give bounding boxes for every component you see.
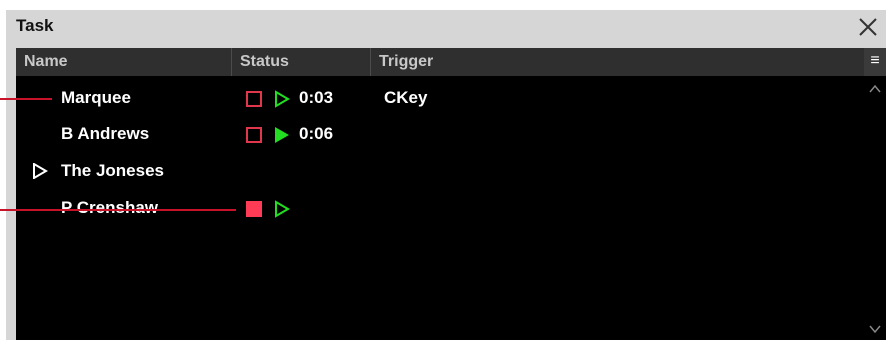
table-header: Name Status Trigger ≡ bbox=[16, 48, 886, 76]
column-header-name[interactable]: Name bbox=[16, 48, 232, 76]
scroll-down-icon[interactable] bbox=[868, 322, 882, 336]
hamburger-menu-icon[interactable]: ≡ bbox=[864, 48, 886, 76]
callout-line bbox=[0, 209, 236, 211]
task-name: The Joneses bbox=[61, 161, 164, 180]
scroll-up-icon[interactable] bbox=[868, 82, 882, 96]
list-item-group[interactable]: The Joneses bbox=[16, 153, 862, 189]
stop-icon[interactable] bbox=[246, 91, 262, 107]
expand-triangle-icon[interactable] bbox=[32, 163, 48, 179]
list-item[interactable]: Marquee 0:03 CKey bbox=[16, 80, 862, 116]
elapsed-time: 0:03 bbox=[299, 88, 334, 107]
play-icon[interactable] bbox=[274, 200, 290, 218]
stop-icon[interactable] bbox=[246, 201, 262, 217]
play-icon[interactable] bbox=[274, 126, 290, 144]
stop-icon[interactable] bbox=[246, 127, 262, 143]
task-name: B Andrews bbox=[61, 124, 150, 143]
trigger-value: CKey bbox=[384, 88, 428, 107]
column-header-trigger[interactable]: Trigger bbox=[371, 48, 864, 76]
list-item[interactable]: P Crenshaw bbox=[16, 190, 862, 226]
window-title: Task bbox=[16, 16, 54, 35]
play-icon[interactable] bbox=[274, 90, 290, 108]
title-bar: Task bbox=[6, 10, 886, 46]
close-icon[interactable] bbox=[854, 13, 882, 41]
elapsed-time: 0:06 bbox=[299, 124, 334, 143]
list-item[interactable]: B Andrews 0:06 bbox=[16, 116, 862, 152]
callout-line bbox=[0, 98, 52, 100]
task-panel: Task Name Status Trigger ≡ Marquee 0:03 … bbox=[6, 10, 886, 340]
vertical-scrollbar[interactable] bbox=[864, 76, 886, 340]
column-header-status[interactable]: Status bbox=[232, 48, 371, 76]
task-name: P Crenshaw bbox=[61, 198, 159, 217]
task-list: Name Status Trigger ≡ Marquee 0:03 CKey … bbox=[16, 48, 886, 340]
task-name: Marquee bbox=[61, 88, 131, 107]
